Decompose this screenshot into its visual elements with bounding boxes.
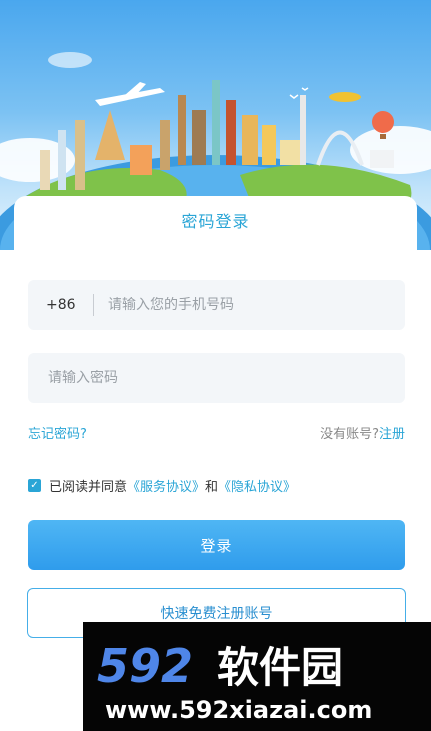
country-code-selector[interactable]: +86 — [28, 297, 93, 313]
agreement-checkbox-icon[interactable]: ✓ — [28, 479, 41, 492]
page-title: 密码登录 — [181, 212, 250, 231]
register-prompt: 没有账号?注册 — [320, 423, 405, 442]
password-field[interactable] — [28, 353, 405, 403]
no-account-label: 没有账号? — [320, 427, 379, 442]
phone-field[interactable]: +86 — [28, 280, 405, 330]
password-input[interactable] — [28, 370, 308, 386]
watermark-url: www.592xiazai.com — [105, 696, 372, 724]
service-agreement-link[interactable]: 《服务协议》 — [127, 476, 205, 495]
agreement-and: 和 — [205, 480, 219, 495]
watermark-logo: 592 软件园 www.592xiazai.com — [97, 639, 372, 724]
login-button[interactable]: 登录 — [28, 520, 405, 570]
field-divider — [93, 294, 94, 316]
forgot-password-link[interactable]: 忘记密码? — [28, 423, 87, 442]
agreement-prefix: 已阅读并同意 — [49, 480, 128, 495]
phone-input[interactable] — [108, 297, 368, 313]
watermark-brand-number: 592 — [97, 639, 193, 693]
register-link[interactable]: 注册 — [379, 427, 405, 442]
privacy-agreement-link[interactable]: 《隐私协议》 — [218, 476, 296, 495]
watermark: 592 软件园 www.592xiazai.com — [83, 622, 431, 731]
agreement-row: ✓ 已阅读并同意 《服务协议》 和 《隐私协议》 — [28, 476, 296, 495]
watermark-brand-text: 软件园 — [217, 643, 343, 692]
